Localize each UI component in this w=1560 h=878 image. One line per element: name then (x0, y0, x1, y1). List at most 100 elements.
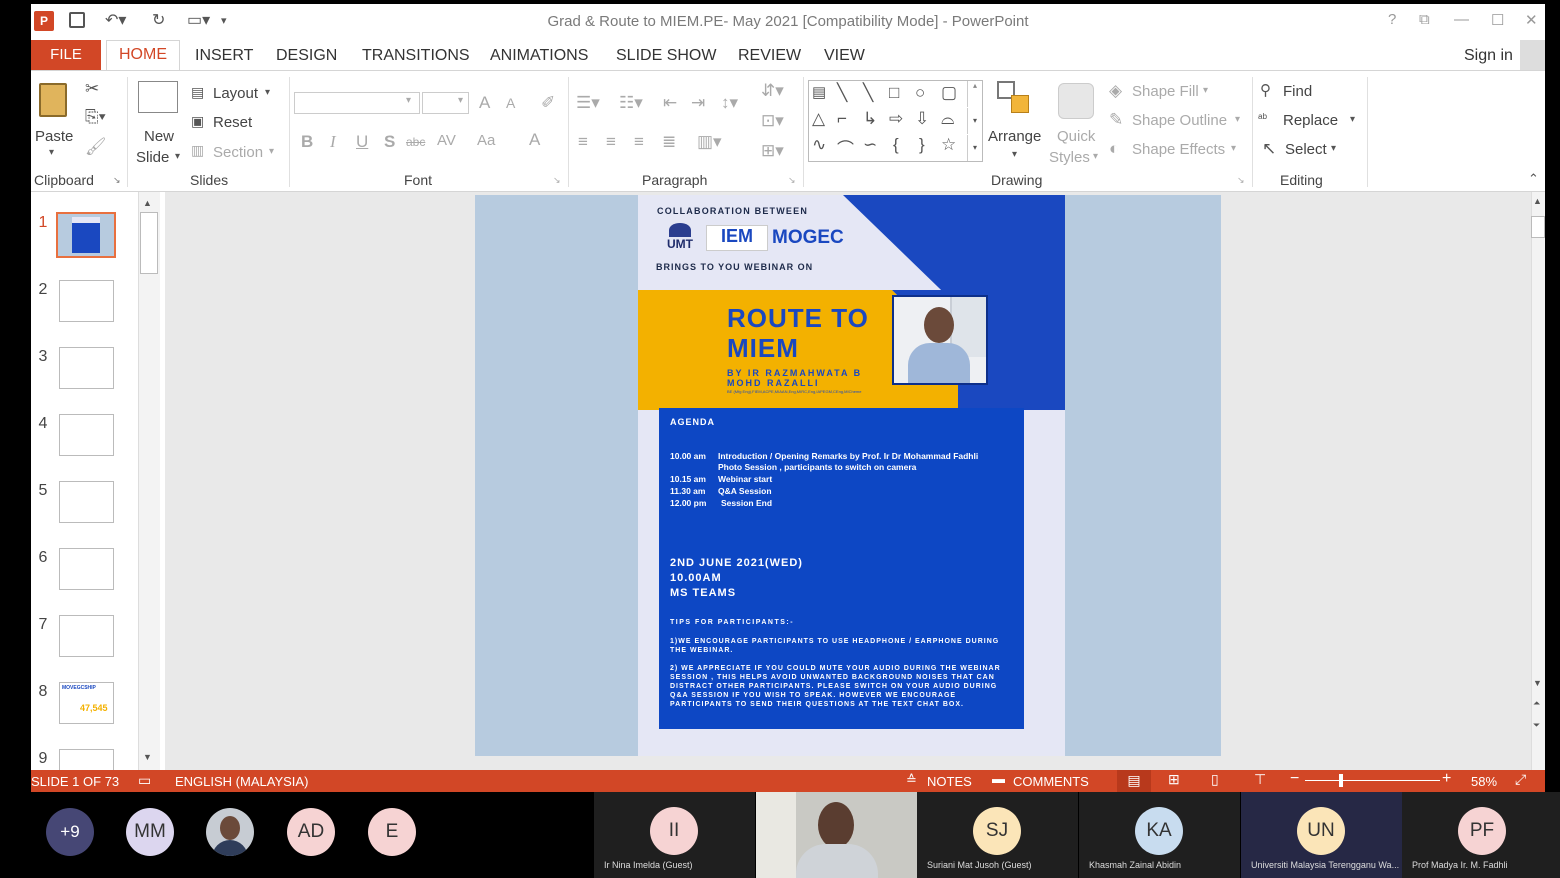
thumbnail-slide-7[interactable] (59, 615, 114, 657)
normal-view-icon[interactable]: ▤ (1117, 770, 1151, 792)
shapes-scroll-down-icon[interactable]: ▾ (967, 108, 982, 134)
layout-dropdown-icon[interactable]: ▾ (265, 87, 270, 98)
close-icon[interactable]: ✕ (1525, 11, 1538, 29)
paragraph-launcher-icon[interactable]: ↘ (788, 175, 796, 186)
align-text-icon[interactable]: ⊡▾ (761, 111, 784, 131)
font-name-dropdown-icon[interactable]: ▾ (406, 95, 411, 106)
line-spacing-icon[interactable]: ↕▾ (721, 93, 738, 113)
participant-tile[interactable]: PF Prof Madya Ir. M. Fadhli (1402, 792, 1560, 878)
arrange-button[interactable]: Arrange (988, 128, 1041, 145)
help-icon[interactable]: ? (1388, 11, 1396, 28)
next-slide-icon[interactable]: ⏷ (1533, 720, 1540, 731)
select-dropdown-icon[interactable]: ▾ (1331, 143, 1336, 154)
tab-animations[interactable]: ANIMATIONS (490, 44, 588, 70)
zoom-out-icon[interactable]: − (1290, 770, 1299, 788)
replace-button[interactable]: Replace (1283, 112, 1338, 129)
oval-shape-icon[interactable]: ○ (915, 83, 925, 103)
participant-photo-avatar[interactable] (206, 808, 254, 856)
rectangle-shape-icon[interactable]: □ (889, 83, 899, 103)
scroll-thumb[interactable] (140, 212, 158, 274)
tab-transitions[interactable]: TRANSITIONS (362, 44, 470, 70)
quick-styles-label-2[interactable]: Styles (1049, 149, 1090, 166)
language-indicator[interactable]: ENGLISH (MALAYSIA) (175, 774, 308, 789)
participant-tile[interactable]: II Ir Nina Imelda (Guest) (594, 792, 755, 878)
thumbnail-slide-6[interactable] (59, 548, 114, 590)
user-avatar-icon[interactable] (1520, 40, 1545, 70)
thumbnail-slide-4[interactable] (59, 414, 114, 456)
reset-button[interactable]: Reset (213, 114, 252, 131)
smartart-icon[interactable]: ⊞▾ (761, 141, 784, 161)
bullets-icon[interactable]: ☰▾ (576, 93, 600, 113)
comments-button[interactable]: COMMENTS (1013, 774, 1089, 789)
participant-tile[interactable]: UN Universiti Malaysia Terengganu Wa... (1241, 792, 1402, 878)
right-brace-shape-icon[interactable]: } (919, 135, 925, 155)
thumbnail-slide-5[interactable] (59, 481, 114, 523)
canvas-scroll-down-icon[interactable]: ▼ (1533, 678, 1542, 688)
quick-styles-dropdown-icon[interactable]: ▾ (1093, 151, 1098, 162)
canvas-scroll-up-icon[interactable]: ▲ (1533, 196, 1542, 206)
clear-formatting-icon[interactable]: ✐ (541, 93, 555, 113)
character-spacing-button[interactable]: AV (437, 132, 456, 149)
spell-check-icon[interactable]: ▭ (138, 772, 151, 789)
slide-1[interactable]: COLLABORATION BETWEEN UMT IEM MOGEC BRIN… (475, 195, 1221, 756)
font-color-button[interactable]: A (529, 130, 540, 150)
change-case-button[interactable]: Aa (477, 132, 495, 149)
new-slide-label[interactable]: New (144, 128, 174, 145)
thumbnail-slide-8[interactable]: MOVEGCSHIP 47,545 (59, 682, 114, 724)
columns-icon[interactable]: ▥▾ (697, 132, 722, 152)
tab-slide-show[interactable]: SLIDE SHOW (616, 44, 716, 70)
cut-icon[interactable]: ✂ (85, 79, 99, 99)
left-brace-shape-icon[interactable]: { (893, 135, 899, 155)
scroll-up-icon[interactable]: ▲ (143, 198, 152, 208)
align-center-icon[interactable]: ≡ (606, 132, 616, 152)
copy-icon[interactable]: ⎘▾ (85, 107, 106, 127)
select-button[interactable]: Select (1285, 141, 1327, 158)
slide-show-view-icon[interactable]: ⊤ (1254, 771, 1266, 788)
more-participants-badge[interactable]: +9 (46, 808, 94, 856)
shape-outline-dropdown-icon[interactable]: ▾ (1235, 114, 1240, 125)
right-arrow-shape-icon[interactable]: ⇨ (889, 109, 903, 129)
thumbnail-slide-1[interactable] (56, 212, 116, 258)
fit-slide-icon[interactable]: ⤢ (1515, 771, 1526, 788)
font-name-combo[interactable] (294, 92, 420, 114)
arrow-line-shape-icon[interactable]: ╲ (863, 83, 873, 103)
shape-effects-button[interactable]: Shape Effects (1132, 141, 1225, 158)
arc-shape-icon[interactable]: ⌒ (837, 135, 854, 160)
align-left-icon[interactable]: ≡ (578, 132, 588, 152)
quick-styles-icon[interactable] (1058, 83, 1094, 119)
font-launcher-icon[interactable]: ↘ (553, 175, 561, 186)
tab-view[interactable]: VIEW (824, 44, 865, 70)
freeform-shape-icon[interactable]: ⌓ (941, 109, 954, 129)
reading-view-icon[interactable]: ▯ (1211, 771, 1219, 788)
thumbnail-slide-2[interactable] (59, 280, 114, 322)
zoom-slider[interactable] (1305, 780, 1440, 781)
find-button[interactable]: Find (1283, 83, 1312, 100)
text-direction-icon[interactable]: ⇵▾ (761, 81, 784, 101)
shapes-scroll-up-icon[interactable]: ▴ (967, 81, 982, 107)
arrange-icon[interactable] (997, 81, 1031, 117)
grow-font-icon[interactable]: A (479, 93, 490, 113)
tab-file[interactable]: FILE (31, 40, 101, 70)
line-shape-icon[interactable]: ╲ (837, 83, 847, 103)
participant-avatar-ad[interactable]: AD (287, 808, 335, 856)
quick-styles-label[interactable]: Quick (1057, 128, 1095, 145)
participant-avatar-e[interactable]: E (368, 808, 416, 856)
paste-button[interactable]: Paste (35, 128, 73, 145)
canvas-scroll-thumb[interactable] (1531, 216, 1545, 238)
drawing-launcher-icon[interactable]: ↘ (1237, 175, 1245, 186)
justify-icon[interactable]: ≣ (662, 132, 676, 152)
curve-shape-icon[interactable]: ∽ (863, 135, 877, 155)
new-slide-label-2[interactable]: Slide (136, 149, 169, 166)
sign-in-link[interactable]: Sign in (1464, 44, 1513, 70)
new-slide-dropdown-icon[interactable]: ▾ (175, 151, 180, 162)
shapes-more-icon[interactable]: ▾ (967, 135, 982, 161)
replace-dropdown-icon[interactable]: ▾ (1350, 114, 1355, 125)
notes-button[interactable]: NOTES (927, 774, 972, 789)
increase-indent-icon[interactable]: ⇥ (691, 93, 705, 113)
zoom-level[interactable]: 58% (1471, 774, 1497, 789)
thumbnail-slide-3[interactable] (59, 347, 114, 389)
shape-effects-dropdown-icon[interactable]: ▾ (1231, 143, 1236, 154)
minimize-icon[interactable]: — (1454, 11, 1469, 28)
section-dropdown-icon[interactable]: ▾ (269, 146, 274, 157)
shrink-font-icon[interactable]: A (506, 95, 515, 111)
